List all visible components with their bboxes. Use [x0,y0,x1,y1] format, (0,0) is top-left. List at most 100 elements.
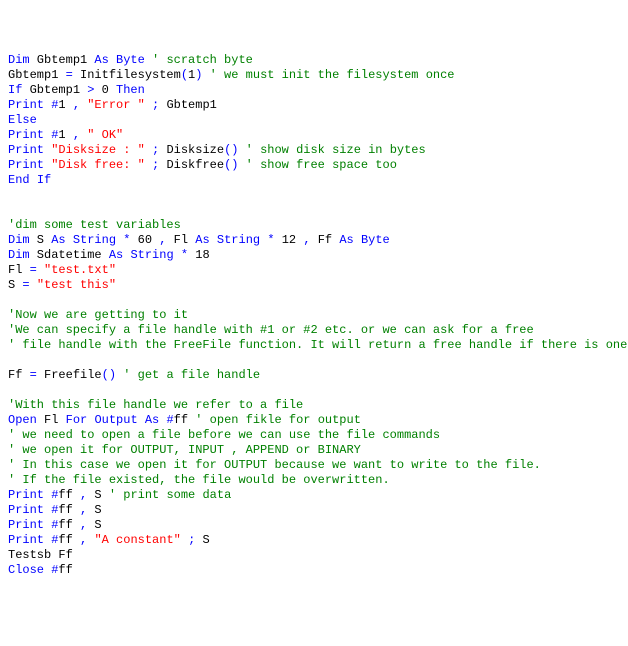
code-token: , [73,128,80,142]
code-token: "Disksize : " [51,143,145,157]
code-line: ' we need to open a file before we can u… [8,428,620,443]
code-token: ' we open it for OUTPUT, INPUT , APPEND … [8,443,361,457]
code-line [8,383,620,398]
code-token: # [51,503,58,517]
code-token: "test this" [37,278,116,292]
code-token [44,533,51,547]
code-token: * [267,233,274,247]
code-token: 1 [58,128,72,142]
code-token: ' scratch byte [152,53,253,67]
code-line: ' file handle with the FreeFile function… [8,338,620,353]
code-line: Print #1 , "Error " ; Gbtemp1 [8,98,620,113]
code-line: Print #1 , " OK" [8,128,620,143]
code-token: 18 [188,248,210,262]
code-line: Dim S As String * 60 , Fl As String * 12… [8,233,620,248]
code-token: " OK" [87,128,123,142]
code-line [8,353,620,368]
code-token: = [30,263,37,277]
code-token: ff [58,518,80,532]
code-token: Gbtemp1 [159,98,217,112]
code-line: Print #ff , S [8,518,620,533]
code-token: Byte [116,53,145,67]
code-token: # [51,563,58,577]
code-token: # [51,518,58,532]
code-token: ff [58,503,80,517]
code-token: String [130,248,173,262]
code-line: End If [8,173,620,188]
code-token [87,533,94,547]
code-line: 'dim some test variables [8,218,620,233]
code-token: End [8,173,30,187]
code-token: ( [181,68,188,82]
code-token [238,143,245,157]
code-token: Print [8,518,44,532]
code-line: Gbtemp1 = Initfilesystem(1) ' we must in… [8,68,620,83]
code-token: Sdatetime [30,248,109,262]
code-token: Dim [8,248,30,262]
code-token: Ff [311,233,340,247]
code-token [354,233,361,247]
code-token: As [94,53,108,67]
code-token: 0 [94,83,116,97]
code-token: Testsb Ff [8,548,73,562]
code-token: 'dim some test variables [8,218,181,232]
code-token: , [80,518,87,532]
code-token [174,248,181,262]
code-line: Ff = Freefile() ' get a file handle [8,368,620,383]
code-block: Dim Gbtemp1 As Byte ' scratch byteGbtemp… [8,53,620,578]
code-token [30,173,37,187]
code-token [44,503,51,517]
code-token: 1 [58,98,72,112]
code-token: S [87,518,101,532]
code-line: 'We can specify a file handle with #1 or… [8,323,620,338]
code-token [238,158,245,172]
code-token: * [181,248,188,262]
code-token [145,98,152,112]
code-token: Close [8,563,44,577]
code-token: ' open fikle for output [195,413,361,427]
code-token: String [217,233,260,247]
code-token: Gbtemp1 [22,83,87,97]
code-token: 12 [275,233,304,247]
code-token: 'With this file handle we refer to a fil… [8,398,303,412]
code-line: S = "test this" [8,278,620,293]
code-line: Print "Disk free: " ; Diskfree() ' show … [8,158,620,173]
code-token: ' we must init the filesystem once [210,68,455,82]
code-token: ff [174,413,196,427]
code-line: Print #ff , S ' print some data [8,488,620,503]
code-line: 'Now we are getting to it [8,308,620,323]
code-token: Dim [8,53,30,67]
code-token: "Disk free: " [51,158,145,172]
code-token: "Error " [87,98,145,112]
code-line: 'With this file handle we refer to a fil… [8,398,620,413]
code-token: As [51,233,65,247]
code-line: Testsb Ff [8,548,620,563]
code-token: Initfilesystem [73,68,181,82]
code-token: Print [8,143,44,157]
code-token: If [8,83,22,97]
code-line: Print #ff , "A constant" ; S [8,533,620,548]
code-token: 'Now we are getting to it [8,308,188,322]
code-token [44,518,51,532]
code-line: Dim Gbtemp1 As Byte ' scratch byte [8,53,620,68]
code-token: ' we need to open a file before we can u… [8,428,440,442]
code-line: ' we open it for OUTPUT, INPUT , APPEND … [8,443,620,458]
code-token [181,533,188,547]
code-token: Gbtemp1 [30,53,95,67]
code-token: , [73,98,80,112]
code-token: Ff [8,368,30,382]
code-token: = [30,368,37,382]
code-token: () [102,368,116,382]
code-token: Diskfree [159,158,224,172]
code-token [145,53,152,67]
code-token [138,413,145,427]
code-line: ' If the file existed, the file would be… [8,473,620,488]
code-token: String [73,233,116,247]
code-token: Fl [37,413,66,427]
code-token: Fl [8,263,30,277]
code-token: , [303,233,310,247]
code-line: ' In this case we open it for OUTPUT bec… [8,458,620,473]
code-token: ' show free space too [246,158,397,172]
code-token [37,263,44,277]
code-token: Dim [8,233,30,247]
